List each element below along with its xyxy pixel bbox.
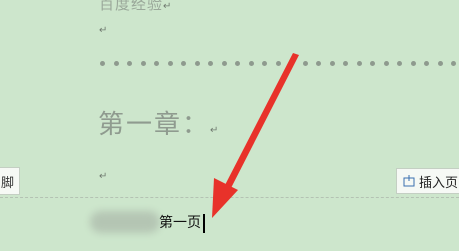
- separator-dot: [289, 61, 294, 66]
- chapter-heading: 第一章：↵: [98, 110, 221, 140]
- paragraph-mark: ↵: [99, 25, 108, 36]
- separator-dot: [221, 61, 227, 66]
- separator-dot: [235, 61, 240, 66]
- separator-dot: [100, 61, 105, 66]
- separator-dot: [127, 61, 132, 66]
- separator-dot: [154, 61, 159, 66]
- separator-dot: [437, 61, 443, 66]
- dotted-separator: [100, 61, 459, 71]
- separator-dot: [397, 61, 402, 66]
- separator-dot: [262, 61, 267, 66]
- separator-dot: [194, 61, 200, 66]
- paragraph-mark: ↵: [99, 171, 108, 182]
- separator-dot: [275, 61, 281, 66]
- separator-dot: [424, 61, 429, 66]
- separator-dot: [356, 61, 362, 66]
- separator-dot: [316, 61, 321, 66]
- separator-dot: [383, 61, 389, 66]
- document-page: 百度经验↵ ↵ 第一章：↵ ↵ 脚 插入页 第一页: [0, 0, 459, 251]
- separator-dot: [302, 61, 308, 66]
- footer-text[interactable]: 第一页: [159, 212, 201, 232]
- separator-dot: [140, 61, 146, 66]
- text-cursor: [203, 214, 205, 233]
- insert-page-label: 插入页: [419, 175, 459, 191]
- insert-page-icon: [403, 175, 415, 187]
- red-arrow-annotation: [212, 53, 299, 218]
- footer-button-label: 脚: [0, 175, 14, 191]
- separator-dot: [208, 61, 213, 66]
- separator-dot: [167, 61, 173, 66]
- separator-dot: [113, 61, 119, 66]
- separator-dot: [329, 61, 335, 66]
- blurred-region: [90, 211, 160, 233]
- separator-dot: [343, 61, 348, 66]
- separator-dot: [181, 61, 186, 66]
- insert-page-button[interactable]: 插入页: [396, 168, 459, 194]
- separator-dot: [370, 61, 375, 66]
- footer-button[interactable]: 脚: [0, 167, 20, 195]
- body-text-top: 百度经验↵: [99, 0, 173, 13]
- separator-dot: [451, 61, 456, 66]
- footer-boundary-line: [0, 197, 459, 198]
- separator-dot: [248, 61, 254, 66]
- separator-dot: [410, 61, 416, 66]
